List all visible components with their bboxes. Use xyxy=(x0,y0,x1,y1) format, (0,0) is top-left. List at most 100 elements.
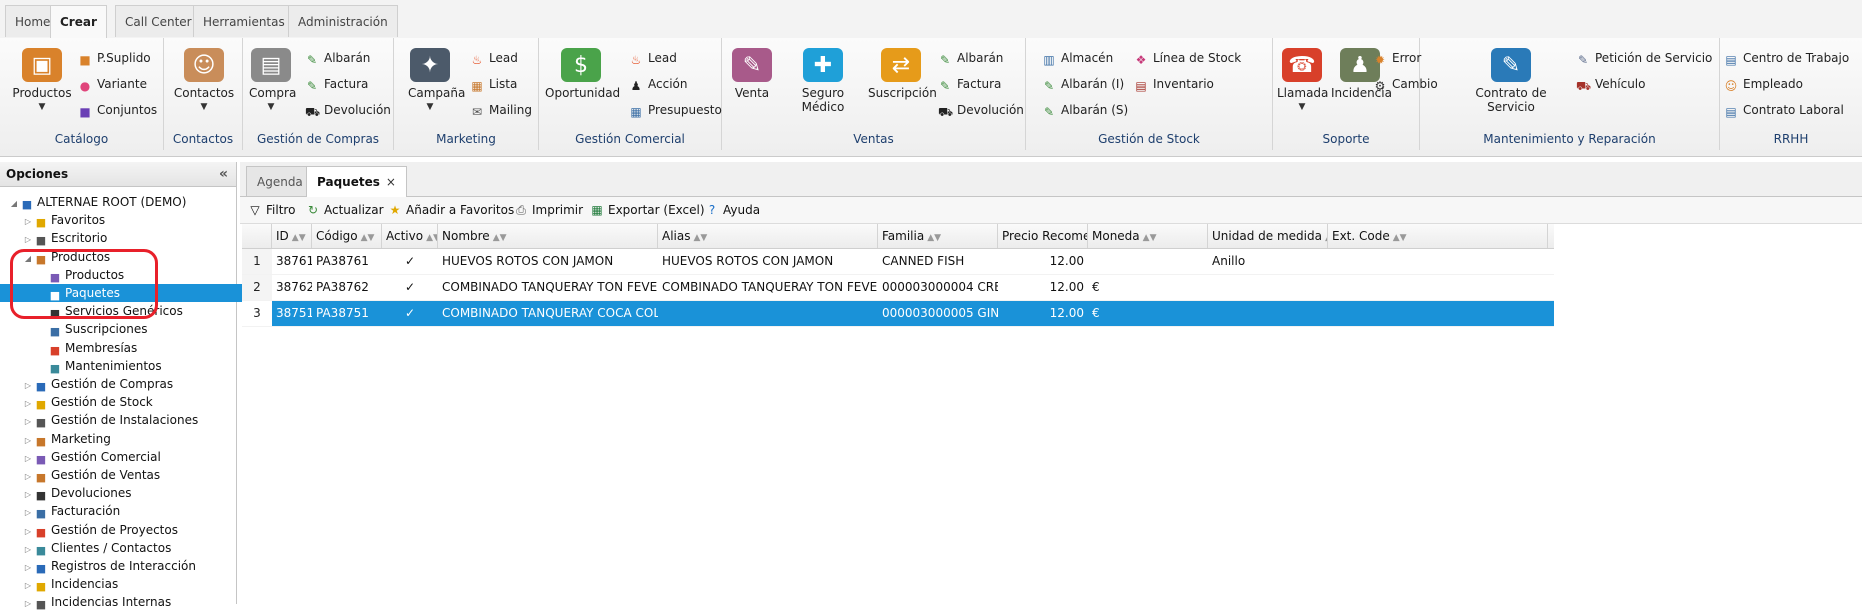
error-button[interactable]: ✹ Error xyxy=(1373,48,1421,68)
tree-item[interactable]: ▷ ■ Gestión de Instalaciones xyxy=(0,411,252,429)
tree-item[interactable]: ▷ ■ Marketing xyxy=(0,430,252,448)
peticion-servicio-button[interactable]: ✎ Petición de Servicio xyxy=(1576,48,1712,68)
oportunidad-button[interactable]: $ Oportunidad xyxy=(545,48,620,100)
table-cell-unit: Anillo xyxy=(1212,254,1246,268)
tree-item[interactable]: ▷ ■ Devoluciones xyxy=(0,484,252,502)
contrato-servicio-button[interactable]: ✎ Contrato de Servicio xyxy=(1456,48,1566,114)
albaran-salida-button[interactable]: ✎ Albarán (S) xyxy=(1042,100,1128,120)
collapse-icon[interactable]: « xyxy=(219,162,228,186)
tree-item[interactable]: ▷ ■ Escritorio xyxy=(0,229,252,247)
tab-call-center[interactable]: Call Center xyxy=(115,5,202,37)
group-label-contactos: Contactos xyxy=(172,132,234,146)
col-id[interactable]: ID ▲▼ xyxy=(272,224,312,248)
venta-button[interactable]: ✎ Venta xyxy=(732,48,772,100)
albaran-venta-button[interactable]: ✎ Albarán xyxy=(938,48,1003,68)
variante-button[interactable]: ● Variante xyxy=(78,74,147,94)
conjuntos-button[interactable]: ■ Conjuntos xyxy=(78,100,157,120)
tree-item[interactable]: ▷ ■ Favoritos xyxy=(0,211,252,229)
tree-item-label: Favoritos xyxy=(51,213,106,228)
col-precio[interactable]: Precio Recomen xyxy=(998,224,1088,248)
table-row[interactable]: 3 38751 PA38751 ✓ COMBINADO TANQUERAY COCA C… xyxy=(242,301,1554,327)
tab-paquetes[interactable]: Paquetes × xyxy=(306,166,407,197)
tree-item[interactable]: ▷ ■ Gestión de Proyectos xyxy=(0,521,252,539)
table-row[interactable]: 2 38762 PA38762 ✓ COMBINADO TANQUERAY TON FE… xyxy=(242,275,1554,301)
lista-label: Lista xyxy=(489,77,518,91)
tree-item[interactable]: ▷ ■ Incidencias xyxy=(0,575,252,593)
tree-item[interactable]: ■ Mantenimientos xyxy=(0,357,266,375)
tree-item[interactable]: ■ Productos xyxy=(0,266,266,284)
tab-herramientas[interactable]: Herramientas xyxy=(193,5,295,37)
col-familia[interactable]: Familia ▲▼ xyxy=(878,224,998,248)
tree-item[interactable]: ▷ ■ Gestión de Ventas xyxy=(0,466,252,484)
tree-item[interactable]: ▷ ■ Gestión de Compras xyxy=(0,375,252,393)
contrato-laboral-button[interactable]: ▤ Contrato Laboral xyxy=(1724,100,1843,120)
llamada-button[interactable]: ☎ Llamada ▼ xyxy=(1277,48,1328,112)
tree-item[interactable]: ◢ ■ ALTERNAE ROOT (DEMO) xyxy=(0,193,238,211)
col-alias[interactable]: Alias ▲▼ xyxy=(658,224,878,248)
col-activo[interactable]: Activo▲▼ xyxy=(382,224,438,248)
devolucion-compra-button[interactable]: ⛟ Devolución xyxy=(305,100,391,120)
tree-item[interactable]: ▷ ■ Clientes / Contactos xyxy=(0,539,252,557)
mailing-button[interactable]: ✉ Mailing xyxy=(470,100,532,120)
tree-node-icon: ■ xyxy=(35,380,47,393)
p-suplido-button[interactable]: ■ P.Suplido xyxy=(78,48,150,68)
col-nombre[interactable]: Nombre ▲▼ xyxy=(438,224,658,248)
tab-agenda[interactable]: Agenda xyxy=(246,166,314,196)
tree-item[interactable]: ■ Suscripciones xyxy=(0,320,266,338)
campana-button[interactable]: ✦ Campaña ▼ xyxy=(408,48,465,112)
tree-item[interactable]: ◢ ■ Productos xyxy=(0,248,252,266)
productos-button[interactable]: ▣ Productos ▼ xyxy=(10,48,74,112)
empleado-button[interactable]: ☺ Empleado xyxy=(1724,74,1803,94)
sort-icon: ▲▼ xyxy=(1392,233,1407,243)
refresh-button[interactable]: ↻ Actualizar xyxy=(306,197,384,223)
tree-item[interactable]: ▷ ■ Gestión Comercial xyxy=(0,448,252,466)
albaran-entrada-button[interactable]: ✎ Albarán (I) xyxy=(1042,74,1124,94)
col-codigo[interactable]: Código ▲▼ xyxy=(312,224,382,248)
tree-item[interactable]: ▷ ■ Registros de Interacción xyxy=(0,557,252,575)
tab-administracion[interactable]: Administración xyxy=(288,5,398,37)
tree-item[interactable]: ■ Paquetes xyxy=(0,284,266,302)
add-favorites-button[interactable]: ★ Añadir a Favoritos xyxy=(388,197,515,223)
col-moneda[interactable]: Moneda ▲▼ xyxy=(1088,224,1208,248)
centro-trabajo-button[interactable]: ▤ Centro de Trabajo xyxy=(1724,48,1849,68)
sort-icon: ▲▼ xyxy=(492,233,507,243)
compra-button[interactable]: ▤ Compra ▼ xyxy=(249,48,296,112)
tree-item[interactable]: ■ Membresías xyxy=(0,339,266,357)
factura-compra-button[interactable]: ✎ Factura xyxy=(305,74,368,94)
contactos-button[interactable]: ☺ Contactos ▼ xyxy=(172,48,236,112)
help-button[interactable]: ? Ayuda xyxy=(705,197,760,223)
almacen-button[interactable]: ▥ Almacén xyxy=(1042,48,1113,68)
inventario-button[interactable]: ▤ Inventario xyxy=(1134,74,1214,94)
col-ext-code[interactable]: Ext. Code ▲▼ xyxy=(1328,224,1548,248)
col-unidad[interactable]: Unidad de medida▲▼ xyxy=(1208,224,1328,248)
accion-button[interactable]: ♟ Acción xyxy=(629,74,688,94)
devolucion-venta-button[interactable]: ⛟ Devolución xyxy=(938,100,1024,120)
tab-crear[interactable]: Crear xyxy=(50,5,107,39)
print-button[interactable]: ⎙ Imprimir xyxy=(514,197,583,223)
vehiculo-button[interactable]: ⛟ Vehículo xyxy=(1576,74,1645,94)
options-panel-header: Opciones « xyxy=(0,162,236,187)
albaran-compra-button[interactable]: ✎ Albarán xyxy=(305,48,370,68)
lead-marketing-button[interactable]: ♨ Lead xyxy=(470,48,518,68)
group-label-ventas: Ventas xyxy=(853,132,894,146)
tree-item-label: Gestión de Instalaciones xyxy=(51,413,199,428)
export-excel-button[interactable]: ▦ Exportar (Excel) xyxy=(590,197,704,223)
factura-venta-button[interactable]: ✎ Factura xyxy=(938,74,1001,94)
filter-button[interactable]: ▽ Filtro xyxy=(248,197,295,223)
tree-item[interactable]: ■ Servicios Genéricos xyxy=(0,302,266,320)
group-label-comercial: Gestión Comercial xyxy=(575,132,685,146)
tree-item[interactable]: ▷ ■ Facturación xyxy=(0,502,252,520)
lista-button[interactable]: ▦ Lista xyxy=(470,74,517,94)
close-icon[interactable]: × xyxy=(386,175,396,189)
collapsed-triangle-icon[interactable]: ▷ xyxy=(22,595,34,613)
suscripcion-button[interactable]: ⇄ Suscripción xyxy=(868,48,937,100)
tree-node-icon: ■ xyxy=(49,289,61,302)
table-row[interactable]: 1 38761 PA38761 ✓ HUEVOS ROTOS CON JAMON HUEV… xyxy=(242,249,1554,275)
tree-item[interactable]: ▷ ■ Incidencias Internas xyxy=(0,593,252,611)
tree-item[interactable]: ▷ ■ Gestión de Stock xyxy=(0,393,252,411)
presupuesto-button[interactable]: ▦ Presupuesto xyxy=(629,100,722,120)
linea-stock-button[interactable]: ❖ Línea de Stock xyxy=(1134,48,1242,68)
group-mantenimiento: ✎ Contrato de Servicio ✎ Petición de Serv… xyxy=(1420,38,1720,150)
seguro-medico-button[interactable]: ✚ Seguro Médico xyxy=(780,48,866,114)
lead-comercial-button[interactable]: ♨ Lead xyxy=(629,48,677,68)
